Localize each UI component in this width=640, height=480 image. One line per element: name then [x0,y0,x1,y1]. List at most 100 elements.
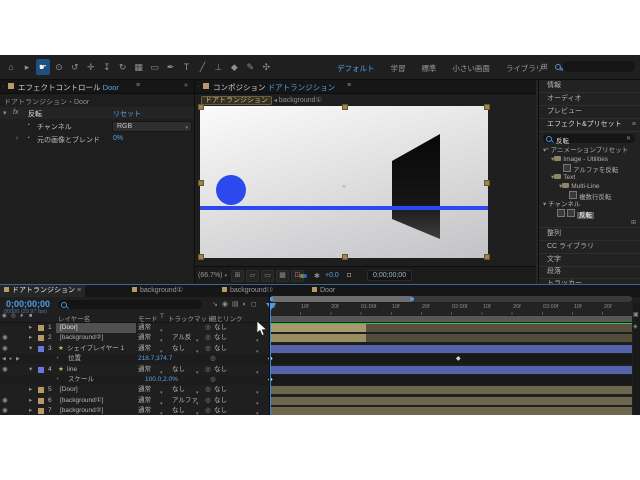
workspace-tab-standard[interactable]: 標準 [421,64,436,73]
shy-layers-icon[interactable]: ◉ [222,301,232,308]
pick-whip-icon[interactable]: ◎ [205,333,211,343]
av-audio-icon[interactable]: ◎ [11,313,16,319]
selection-handle[interactable] [342,104,348,110]
selection-handle[interactable] [484,104,490,110]
panel-overflow-icon[interactable]: » [184,82,188,89]
type-tool-icon[interactable]: T [179,59,193,75]
layer-row[interactable]: ◉ ▸ 6 [background①] 通常▾ アルファ▾ ◎ なし▾ [0,396,269,406]
column-layer-name[interactable]: レイヤー名 [58,313,90,323]
navigator-end-handle[interactable] [410,297,414,301]
pick-whip-icon[interactable]: ◎ [210,354,216,364]
effects-search-input[interactable]: 反転 ✕ [543,134,635,143]
hand-tool-icon[interactable]: ☛ [36,59,50,75]
workspace-tab-learn[interactable]: 学習 [390,64,405,73]
pan-camera-tool-icon[interactable]: ✛ [84,59,98,75]
parent-dropdown[interactable]: なし [214,406,227,415]
panel-menu-icon[interactable]: ≡ [77,287,81,294]
tree-item-invert-alpha[interactable]: アルファを反転 [539,164,640,173]
dolly-camera-tool-icon[interactable]: ↧ [100,59,114,75]
graph-editor-icon[interactable]: ◻ [251,301,261,308]
workspace-tab-default[interactable]: デフォルト [337,64,375,73]
selection-handle[interactable] [198,254,204,260]
selection-tool-icon[interactable]: ▸ [20,59,34,75]
layer-duration-bar[interactable] [366,324,632,332]
mode-dropdown[interactable]: 通常 [138,396,151,406]
kf-active-icon[interactable]: ● [9,354,12,364]
region-of-interest-icon[interactable]: ▭ [261,270,274,282]
expand-arrow-icon[interactable]: ▸ [29,385,32,395]
column-trkmat-t[interactable]: T [160,313,164,320]
visibility-eye-icon[interactable]: ◉ [2,396,8,406]
time-navigator-range[interactable] [270,296,413,302]
expander-icon[interactable]: ▾ [3,109,7,117]
parent-dropdown[interactable]: なし [214,333,227,343]
composition-viewport[interactable]: 〃 [200,106,488,258]
mask-tool-icon[interactable]: ▦ [132,59,146,75]
tree-item-animation-presets[interactable]: ▾* アニメーションプリセット [539,146,640,155]
pick-whip-icon[interactable]: ◎ [205,365,211,375]
parent-dropdown[interactable]: なし [214,385,227,395]
layer-name[interactable]: [Door] [60,323,78,333]
mode-dropdown[interactable]: 通常 [138,323,151,333]
visibility-eye-icon[interactable]: ◉ [2,406,8,415]
trkmat-dropdown[interactable]: アルファ [172,396,198,406]
search-icon[interactable] [555,64,561,70]
selection-handle[interactable] [484,180,490,186]
panel-menu-icon[interactable]: ≡ [347,82,351,89]
playhead-handle[interactable] [266,303,276,310]
tree-item-image-utilities[interactable]: ▾Image - Utilities [539,155,640,164]
mode-dropdown[interactable]: 通常 [138,406,151,415]
visibility-eye-icon[interactable]: ◉ [2,344,8,354]
zoom-tool-icon[interactable]: ⊙ [52,59,66,75]
property-name[interactable]: スケール [68,375,94,385]
selection-handle[interactable] [484,254,490,260]
layer-name[interactable]: [background②] [60,406,103,415]
mask-path-icon[interactable]: ▱ [246,270,259,282]
tree-item-text[interactable]: ▾Text [539,173,640,182]
timeline-tab-background1[interactable]: background① [128,285,187,297]
panel-header-info[interactable]: 情報 [539,80,640,93]
stopwatch-icon[interactable]: ◔ [55,375,59,385]
property-row-position[interactable]: ◀ ● ▶ ◔ 位置 218.7,374.7 ◎ [0,354,269,364]
layer-name[interactable]: [Door] [60,385,78,395]
layer-name[interactable]: line [67,365,77,375]
label-color-swatch[interactable] [38,408,44,414]
mode-dropdown[interactable]: 通常 [138,333,151,343]
layer-row[interactable]: ▸ 5 [Door] 通常▾ なし▾ ◎ なし▾ [0,385,269,395]
expand-arrow-icon[interactable]: ▸ [29,323,32,333]
stopwatch-icon[interactable]: ◔ [55,354,59,364]
work-area-bar[interactable] [270,316,632,322]
mode-dropdown[interactable]: 通常 [138,385,151,395]
blue-circle-shape[interactable] [216,175,246,205]
av-solo-icon[interactable]: ● [20,313,23,319]
panel-menu-icon[interactable]: ≡ [632,119,636,131]
pick-whip-icon[interactable]: ◎ [205,406,211,415]
effect-controls-tab[interactable]: エフェクトコントロール Door [18,82,119,93]
layer-duration-bar[interactable] [270,397,632,405]
pick-whip-icon[interactable]: ◎ [205,323,211,333]
kf-prev-icon[interactable]: ◀ [2,354,6,364]
label-color-swatch[interactable] [38,367,44,373]
eraser-tool-icon[interactable]: ◆ [227,59,241,75]
layer-row[interactable]: ▸ 1 [Door] 通常▾ ◎ なし▾ [0,323,269,333]
resolution-icon[interactable]: ✱ [314,272,320,280]
tree-item-multi-line[interactable]: ▾Multi-Line [539,182,640,191]
parent-dropdown[interactable]: なし [214,365,227,375]
playhead-line[interactable] [270,303,271,415]
pick-whip-icon[interactable]: ◎ [205,385,211,395]
panel-header-audio[interactable]: オーディオ [539,93,640,106]
expand-arrow-icon[interactable]: ▾ [29,365,32,375]
parent-dropdown[interactable]: なし [214,396,227,406]
effect-reset-link[interactable]: リセット [113,109,141,119]
panel-menu-icon[interactable]: ≡ [136,82,140,89]
column-trkmat[interactable]: トラックマット [168,313,214,323]
magnification-dropdown[interactable]: (66.7%) ▾ [198,272,227,279]
snapshot-camera-icon[interactable]: ◘ [347,272,351,279]
label-color-swatch[interactable] [38,325,44,331]
motion-blur-icon[interactable]: ◐ [243,301,251,308]
pen-tool-icon[interactable]: ✒ [164,59,178,75]
layer-name[interactable]: [background②] [60,333,103,343]
puppet-pin-tool-icon[interactable]: ✣ [259,59,273,75]
layer-duration-bar[interactable] [270,366,632,374]
column-parent-link[interactable]: 親とリンク [210,313,243,323]
